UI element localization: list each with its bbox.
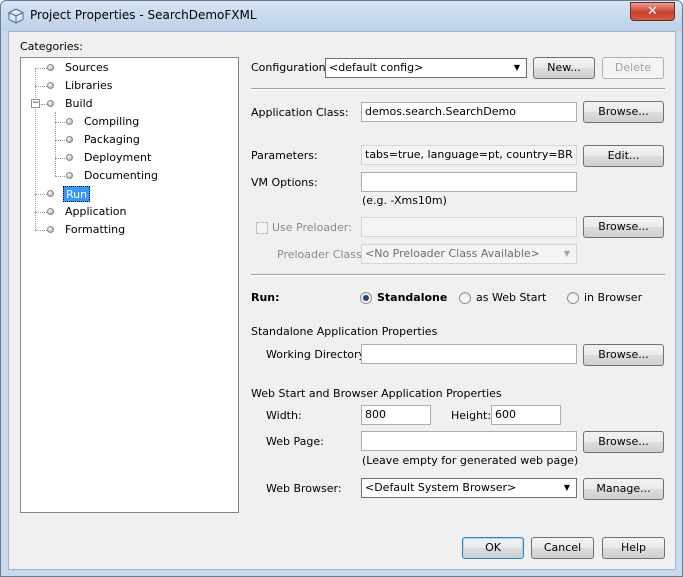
tree-item-compiling[interactable]: Compiling	[84, 114, 139, 130]
ok-button[interactable]: OK	[462, 537, 524, 559]
close-button[interactable]: ✕	[630, 2, 675, 21]
use-preloader-checkbox[interactable]	[256, 222, 268, 234]
tree-item-documenting[interactable]: Documenting	[84, 168, 158, 184]
height-label: Height:	[451, 409, 492, 422]
working-directory-label: Working Directory:	[266, 348, 368, 361]
node-icon	[47, 226, 54, 233]
dropdown-arrow-icon: ▼	[563, 483, 571, 492]
preloader-class-label: Preloader Class:	[277, 248, 366, 261]
use-preloader-label: Use Preloader:	[272, 221, 352, 234]
working-directory-browse-button[interactable]: Browse...	[583, 344, 664, 366]
tree-item-build[interactable]: Build	[65, 96, 93, 112]
node-icon	[66, 136, 73, 143]
webstart-heading: Web Start and Browser Application Proper…	[251, 387, 502, 400]
node-icon	[47, 190, 54, 197]
radio-standalone[interactable]	[360, 292, 372, 304]
web-page-field[interactable]	[361, 431, 577, 451]
vm-options-hint: (e.g. -Xms10m)	[362, 194, 447, 207]
window-title: Project Properties - SearchDemoFXML	[30, 8, 257, 22]
width-label: Width:	[266, 409, 302, 422]
preloader-class-combo[interactable]: <No Preloader Class Available> ▼	[361, 244, 577, 264]
configuration-label: Configuration:	[251, 61, 330, 74]
web-browser-label: Web Browser:	[266, 482, 342, 495]
working-directory-field[interactable]	[361, 344, 577, 364]
parameters-edit-button[interactable]: Edit...	[583, 145, 664, 167]
close-icon: ✕	[647, 4, 658, 19]
web-page-hint: (Leave empty for generated web page)	[362, 454, 579, 467]
application-class-browse-button[interactable]: Browse...	[583, 101, 664, 123]
radio-web-start-label[interactable]: as Web Start	[476, 291, 546, 304]
tree-item-formatting[interactable]: Formatting	[65, 222, 125, 238]
tree-item-run[interactable]: Run	[63, 186, 91, 202]
node-icon	[47, 82, 54, 89]
preloader-browse-button[interactable]: Browse...	[583, 216, 664, 238]
node-icon	[47, 100, 54, 107]
radio-in-browser[interactable]	[567, 292, 579, 304]
separator	[251, 88, 665, 90]
node-icon	[66, 154, 73, 161]
web-browser-value: <Default System Browser>	[365, 481, 517, 494]
manage-browsers-button[interactable]: Manage...	[583, 478, 664, 500]
run-label: Run:	[251, 291, 280, 304]
categories-label: Categories:	[20, 40, 83, 53]
height-field[interactable]: 600	[491, 405, 561, 425]
configuration-value: <default config>	[329, 61, 424, 74]
categories-tree[interactable]: Sources Libraries − Build Compiling Pack…	[20, 57, 239, 513]
width-field[interactable]: 800	[361, 405, 431, 425]
vm-options-field[interactable]	[361, 172, 577, 192]
parameters-label: Parameters:	[251, 149, 318, 162]
dropdown-arrow-icon: ▼	[513, 63, 521, 72]
separator	[251, 274, 665, 276]
node-icon	[66, 172, 73, 179]
delete-config-button[interactable]: Delete	[602, 57, 664, 79]
help-button[interactable]: Help	[602, 537, 665, 559]
dialog-body: Categories: Sources Libraries − Build Co…	[8, 31, 676, 570]
dropdown-arrow-icon: ▼	[563, 249, 571, 258]
web-page-label: Web Page:	[266, 435, 324, 448]
title-bar[interactable]: Project Properties - SearchDemoFXML ✕	[1, 1, 682, 31]
application-class-field[interactable]: demos.search.SearchDemo	[361, 102, 577, 122]
new-config-button[interactable]: New...	[533, 57, 595, 79]
radio-web-start[interactable]	[459, 292, 471, 304]
project-properties-window: Project Properties - SearchDemoFXML ✕ Ca…	[0, 0, 683, 577]
web-page-browse-button[interactable]: Browse...	[583, 431, 664, 453]
collapse-toggle-icon[interactable]: −	[31, 99, 40, 108]
tree-item-libraries[interactable]: Libraries	[65, 78, 113, 94]
cancel-button[interactable]: Cancel	[531, 537, 594, 559]
preloader-field[interactable]	[361, 217, 577, 237]
project-cube-icon	[8, 8, 24, 24]
application-class-label: Application Class:	[251, 106, 349, 119]
web-browser-combo[interactable]: <Default System Browser> ▼	[361, 478, 577, 498]
tree-item-application[interactable]: Application	[65, 204, 126, 220]
radio-standalone-label[interactable]: Standalone	[377, 291, 447, 304]
configuration-combo[interactable]: <default config> ▼	[325, 58, 527, 78]
parameters-field[interactable]: tabs=true, language=pt, country=BR	[361, 145, 577, 165]
tree-item-deployment[interactable]: Deployment	[84, 150, 151, 166]
node-icon	[47, 208, 54, 215]
vm-options-label: VM Options:	[251, 176, 318, 189]
tree-item-sources[interactable]: Sources	[65, 60, 109, 76]
node-icon	[66, 118, 73, 125]
radio-in-browser-label[interactable]: in Browser	[584, 291, 642, 304]
standalone-heading: Standalone Application Properties	[251, 325, 438, 338]
tree-connector	[35, 68, 36, 230]
tree-item-packaging[interactable]: Packaging	[84, 132, 140, 148]
preloader-class-value: <No Preloader Class Available>	[365, 247, 540, 260]
node-icon	[47, 64, 54, 71]
